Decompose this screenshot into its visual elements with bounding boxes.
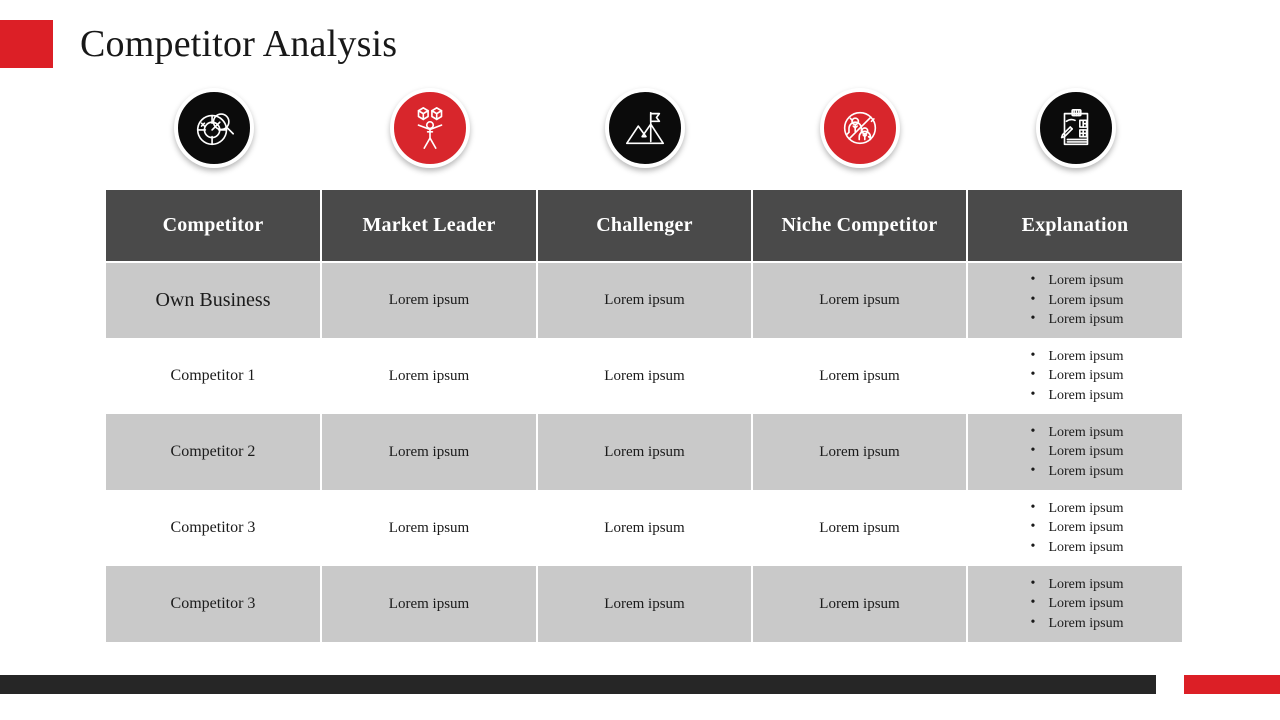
explanation-list: Lorem ipsum Lorem ipsum Lorem ipsum [1026,574,1123,634]
mountain-flag-icon [605,88,685,168]
cell-explanation: Lorem ipsum Lorem ipsum Lorem ipsum [967,414,1182,490]
cell-challenger: Lorem ipsum [537,414,753,490]
cell-challenger: Lorem ipsum [537,262,753,338]
list-item: Lorem ipsum [1026,290,1123,311]
column-header-market-leader: Market Leader [321,190,538,263]
cell-market-leader: Lorem ipsum [321,490,538,566]
cell-challenger: Lorem ipsum [537,338,753,414]
cell-challenger: Lorem ipsum [537,490,753,566]
list-item: Lorem ipsum [1026,537,1123,558]
target-search-icon [174,88,254,168]
list-item: Lorem ipsum [1026,346,1123,367]
cell-niche-competitor: Lorem ipsum [752,414,968,490]
table-row: Competitor 3 Lorem ipsum Lorem ipsum Lor… [106,566,1182,642]
list-item: Lorem ipsum [1026,498,1123,519]
table-row: Competitor 2 Lorem ipsum Lorem ipsum Lor… [106,414,1182,490]
explanation-list: Lorem ipsum Lorem ipsum Lorem ipsum [1026,498,1123,558]
cell-market-leader: Lorem ipsum [321,338,538,414]
slide-canvas: Competitor Analysis Competitor Market Le… [0,0,1280,720]
table-header-row: Competitor Market Leader Challenger Nich… [106,190,1182,263]
list-item: Lorem ipsum [1026,461,1123,482]
column-header-challenger: Challenger [537,190,753,263]
cell-competitor-name: Competitor 3 [106,490,322,566]
cell-challenger: Lorem ipsum [537,566,753,642]
cell-niche-competitor: Lorem ipsum [752,566,968,642]
list-item: Lorem ipsum [1026,365,1123,386]
list-item: Lorem ipsum [1026,422,1123,443]
cell-explanation: Lorem ipsum Lorem ipsum Lorem ipsum [967,490,1182,566]
footer-accent-bar [1184,675,1280,694]
cell-market-leader: Lorem ipsum [321,262,538,338]
cell-market-leader: Lorem ipsum [321,414,538,490]
cell-explanation: Lorem ipsum Lorem ipsum Lorem ipsum [967,262,1182,338]
column-header-niche-competitor: Niche Competitor [752,190,968,263]
explanation-list: Lorem ipsum Lorem ipsum Lorem ipsum [1026,346,1123,406]
competitor-analysis-table: Competitor Market Leader Challenger Nich… [106,190,1182,642]
cell-niche-competitor: Lorem ipsum [752,338,968,414]
list-item: Lorem ipsum [1026,385,1123,406]
cell-market-leader: Lorem ipsum [321,566,538,642]
list-item: Lorem ipsum [1026,441,1123,462]
cell-niche-competitor: Lorem ipsum [752,262,968,338]
explanation-list: Lorem ipsum Lorem ipsum Lorem ipsum [1026,270,1123,330]
juggling-products-icon [390,88,470,168]
list-item: Lorem ipsum [1026,574,1123,595]
column-header-competitor: Competitor [106,190,322,263]
explanation-list: Lorem ipsum Lorem ipsum Lorem ipsum [1026,422,1123,482]
table-row: Own Business Lorem ipsum Lorem ipsum Lor… [106,262,1182,338]
cell-competitor-name: Own Business [106,262,322,338]
list-item: Lorem ipsum [1026,613,1123,634]
cell-niche-competitor: Lorem ipsum [752,490,968,566]
list-item: Lorem ipsum [1026,593,1123,614]
page-title: Competitor Analysis [80,23,398,65]
list-item: Lorem ipsum [1026,517,1123,538]
list-item: Lorem ipsum [1026,270,1123,291]
table-row: Competitor 1 Lorem ipsum Lorem ipsum Lor… [106,338,1182,414]
list-item: Lorem ipsum [1026,309,1123,330]
title-accent-square [0,20,53,68]
column-header-explanation: Explanation [967,190,1182,263]
footer-dark-bar [0,675,1156,694]
cell-competitor-name: Competitor 3 [106,566,322,642]
cell-competitor-name: Competitor 1 [106,338,322,414]
report-analysis-icon [1036,88,1116,168]
cell-competitor-name: Competitor 2 [106,414,322,490]
cell-explanation: Lorem ipsum Lorem ipsum Lorem ipsum [967,566,1182,642]
icon-row [106,88,1182,172]
no-competitors-icon [820,88,900,168]
cell-explanation: Lorem ipsum Lorem ipsum Lorem ipsum [967,338,1182,414]
table-row: Competitor 3 Lorem ipsum Lorem ipsum Lor… [106,490,1182,566]
